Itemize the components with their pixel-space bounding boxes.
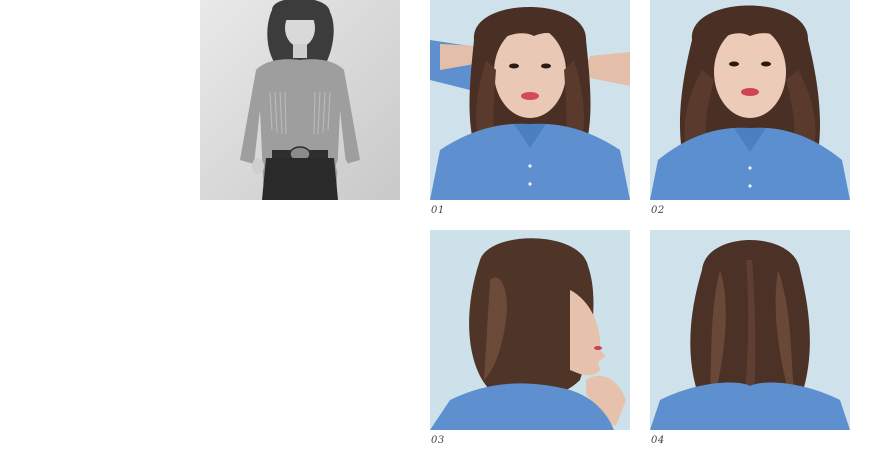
photo-caption-01: 01 [431,205,445,216]
gallery-photo-01-image [430,0,630,200]
photo-caption-02: 02 [651,205,665,216]
hero-photo-image [200,0,400,200]
gallery-photo-03-image [430,230,630,430]
photo-caption-04: 04 [651,435,665,446]
gallery-photo-02[interactable] [650,0,850,200]
hero-photo[interactable] [200,0,400,200]
photo-caption-03: 03 [431,435,445,446]
gallery-photo-02-image [650,0,850,200]
gallery-photo-03[interactable] [430,230,630,430]
gallery-photo-04[interactable] [650,230,850,430]
gallery-photo-01[interactable] [430,0,630,200]
gallery-photo-04-image [650,230,850,430]
